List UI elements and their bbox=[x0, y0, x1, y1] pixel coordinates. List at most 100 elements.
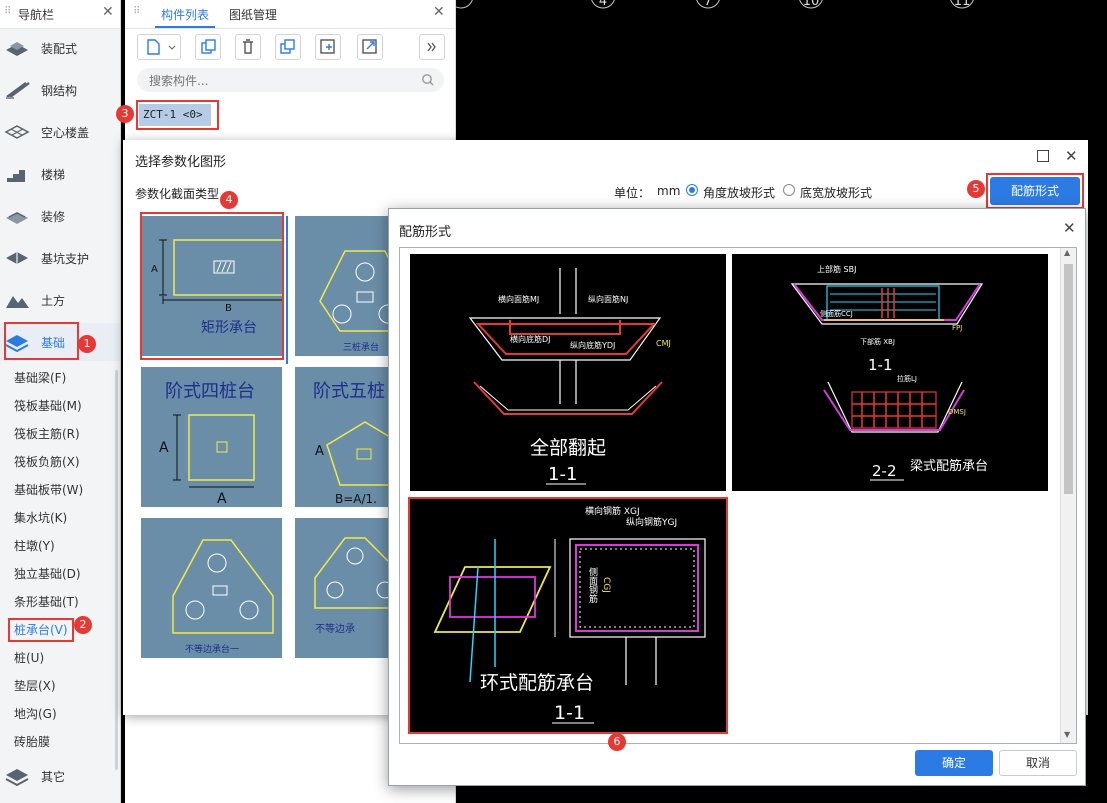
unit-value: mm bbox=[657, 184, 681, 198]
maximize-icon[interactable] bbox=[1037, 150, 1049, 162]
close-icon[interactable]: ✕ bbox=[102, 4, 114, 20]
nav-sub-item[interactable]: 柱墩(Y) bbox=[14, 538, 55, 554]
nav-sub-item[interactable]: 筏板主筋(R) bbox=[14, 426, 80, 442]
cancel-button[interactable]: 取消 bbox=[999, 750, 1077, 776]
step-badge: 6 bbox=[608, 733, 626, 751]
prefab-icon bbox=[6, 42, 28, 56]
close-icon[interactable]: ✕ bbox=[1065, 147, 1078, 165]
step-badge: 1 bbox=[78, 335, 96, 353]
dim-b: A bbox=[217, 491, 227, 507]
nav-sub-item[interactable]: 地沟(G) bbox=[14, 706, 57, 722]
ok-button[interactable]: 确定 bbox=[915, 750, 993, 776]
layer-copy-button[interactable] bbox=[275, 34, 301, 60]
nav-title: 导航栏 bbox=[18, 8, 55, 22]
tab-drawing-management[interactable]: 图纸管理 bbox=[229, 6, 277, 23]
ok-label: 确定 bbox=[941, 756, 966, 770]
nav-sub-item[interactable]: 独立基础(D) bbox=[14, 566, 81, 582]
option-title: 梁式配筋承台 bbox=[910, 458, 988, 474]
nav-cat-label: 土方 bbox=[41, 293, 66, 308]
scroll-up-icon[interactable]: ▲ bbox=[1064, 248, 1074, 260]
dialog-title: 选择参数化图形 bbox=[135, 155, 227, 170]
nav-cat-stairs[interactable]: 楼梯 bbox=[0, 155, 120, 193]
radio-angle[interactable] bbox=[686, 184, 698, 196]
rebar-label: 拉筋LJ bbox=[897, 374, 917, 383]
nav-cat-steel[interactable]: 钢结构 bbox=[0, 71, 120, 109]
nav-cat-label: 装配式 bbox=[41, 41, 78, 56]
steel-icon bbox=[6, 81, 30, 99]
nav-sub-item[interactable]: 基础梁(F) bbox=[14, 370, 66, 386]
highlight-rect-cap bbox=[140, 212, 284, 360]
delete-button[interactable] bbox=[235, 34, 261, 60]
search-icon[interactable] bbox=[421, 73, 435, 87]
search-input[interactable] bbox=[147, 71, 411, 91]
floor-copy-button[interactable] bbox=[315, 34, 341, 60]
nav-cat-prefab[interactable]: 装配式 bbox=[0, 29, 120, 67]
more-button[interactable] bbox=[419, 34, 445, 60]
dim-a: A bbox=[315, 444, 324, 459]
rebar-label: 纵向面筋NJ bbox=[588, 294, 628, 304]
import-icon bbox=[362, 39, 377, 54]
step-badge: 2 bbox=[74, 616, 92, 634]
tab-divider bbox=[125, 28, 455, 29]
step-badge: 5 bbox=[967, 180, 985, 198]
layer-copy-icon bbox=[280, 39, 295, 54]
dim-a: A bbox=[159, 440, 169, 456]
tab-component-list[interactable]: 构件列表 bbox=[161, 6, 209, 23]
shape-name: 不等边承 bbox=[315, 622, 355, 635]
section-type-label: 参数化截面类型 bbox=[135, 187, 220, 201]
nav-cat-pit-support[interactable]: 基坑支护 bbox=[0, 239, 120, 277]
rebar-label: 侧面筋CCJ bbox=[820, 309, 853, 318]
nav-sub-item[interactable]: 集水坑(K) bbox=[14, 510, 67, 526]
full-bent-diagram: 横向面筋MJ 纵向面筋NJ 横向底筋DJ 纵向底筋YDJ CMJ 全部翻起 1-… bbox=[468, 268, 671, 485]
rebar-label: 横向面筋MJ bbox=[498, 294, 539, 304]
option-scrollbar[interactable]: ▲ ▼ bbox=[1060, 248, 1076, 743]
nav-cat-decoration[interactable]: 装修 bbox=[0, 197, 120, 235]
nav-scrollbar[interactable] bbox=[115, 370, 118, 770]
copy-icon bbox=[201, 39, 216, 54]
section-top: 1-1 bbox=[868, 356, 893, 374]
rebar-label: 纵向底筋YDJ bbox=[570, 340, 615, 350]
radio-width[interactable] bbox=[783, 184, 795, 196]
shape-name: 三桩承台 bbox=[343, 341, 379, 353]
shape-unequal-cap-1[interactable]: 不等边承台一 bbox=[141, 518, 282, 658]
nav-drag-handle[interactable]: ⠿ bbox=[4, 6, 11, 17]
stairs-icon bbox=[7, 170, 25, 182]
copy-button[interactable] bbox=[195, 34, 221, 60]
nav-cat-other[interactable]: 其它 bbox=[0, 757, 120, 795]
nav-cat-label: 楼梯 bbox=[41, 167, 66, 182]
rebar-option-beam-cap[interactable]: 上部筋 SBJ 侧面筋CCJ 下部筋 XBJ 1-1 拉筋LJ FPJ DMSJ… bbox=[732, 254, 1048, 491]
nav-sub-item[interactable]: 条形基础(T) bbox=[14, 594, 79, 610]
section-label: 2-2 bbox=[872, 462, 897, 480]
nav-sub-item[interactable]: 垫层(X) bbox=[14, 678, 56, 694]
double-chevron-icon bbox=[427, 42, 436, 52]
panel-drag-handle[interactable]: ⠿ bbox=[133, 6, 140, 17]
beam-cap-diagram: 上部筋 SBJ 侧面筋CCJ 下部筋 XBJ 1-1 拉筋LJ FPJ DMSJ… bbox=[790, 264, 988, 481]
nav-sub-item[interactable]: 基础板带(W) bbox=[14, 482, 83, 498]
scroll-down-icon[interactable]: ▼ bbox=[1064, 730, 1074, 742]
earthwork-icon bbox=[6, 296, 29, 308]
radio-width-label: 底宽放坡形式 bbox=[800, 186, 873, 200]
dialog-title: 配筋形式 bbox=[399, 225, 452, 240]
nav-cat-hollow-floor[interactable]: 空心楼盖 bbox=[0, 113, 120, 151]
rebar-option-full-bent[interactable]: 横向面筋MJ 纵向面筋NJ 横向底筋DJ 纵向底筋YDJ CMJ 全部翻起 1-… bbox=[410, 254, 726, 491]
close-icon[interactable]: ✕ bbox=[1063, 219, 1076, 237]
axis-label: 4 bbox=[599, 0, 607, 9]
nav-cat-label: 其它 bbox=[41, 769, 66, 784]
nav-sub-item[interactable]: 筏板负筋(X) bbox=[14, 454, 80, 470]
rebar-label: 下部筋 XBJ bbox=[860, 337, 895, 346]
import-button[interactable] bbox=[357, 34, 383, 60]
search-box[interactable] bbox=[137, 68, 444, 92]
dim-b: B=A/1. bbox=[335, 492, 377, 506]
nav-cat-earthwork[interactable]: 土方 bbox=[0, 281, 120, 319]
nav-sub-item[interactable]: 筏板基础(M) bbox=[14, 398, 82, 414]
shape-name: 阶式五桩 bbox=[313, 381, 385, 402]
axis-label: 11 bbox=[954, 0, 971, 9]
nav-sub-item[interactable]: 砖胎膜 bbox=[14, 734, 50, 750]
new-component-button[interactable] bbox=[137, 34, 181, 60]
step-badge: 3 bbox=[116, 105, 134, 123]
scroll-thumb[interactable] bbox=[1064, 264, 1073, 494]
close-icon[interactable]: ✕ bbox=[433, 4, 445, 20]
shape-step-four-pile[interactable]: 阶式四桩台 A A bbox=[141, 367, 282, 507]
pit-support-icon bbox=[6, 252, 28, 264]
nav-sub-item[interactable]: 桩(U) bbox=[14, 650, 44, 666]
